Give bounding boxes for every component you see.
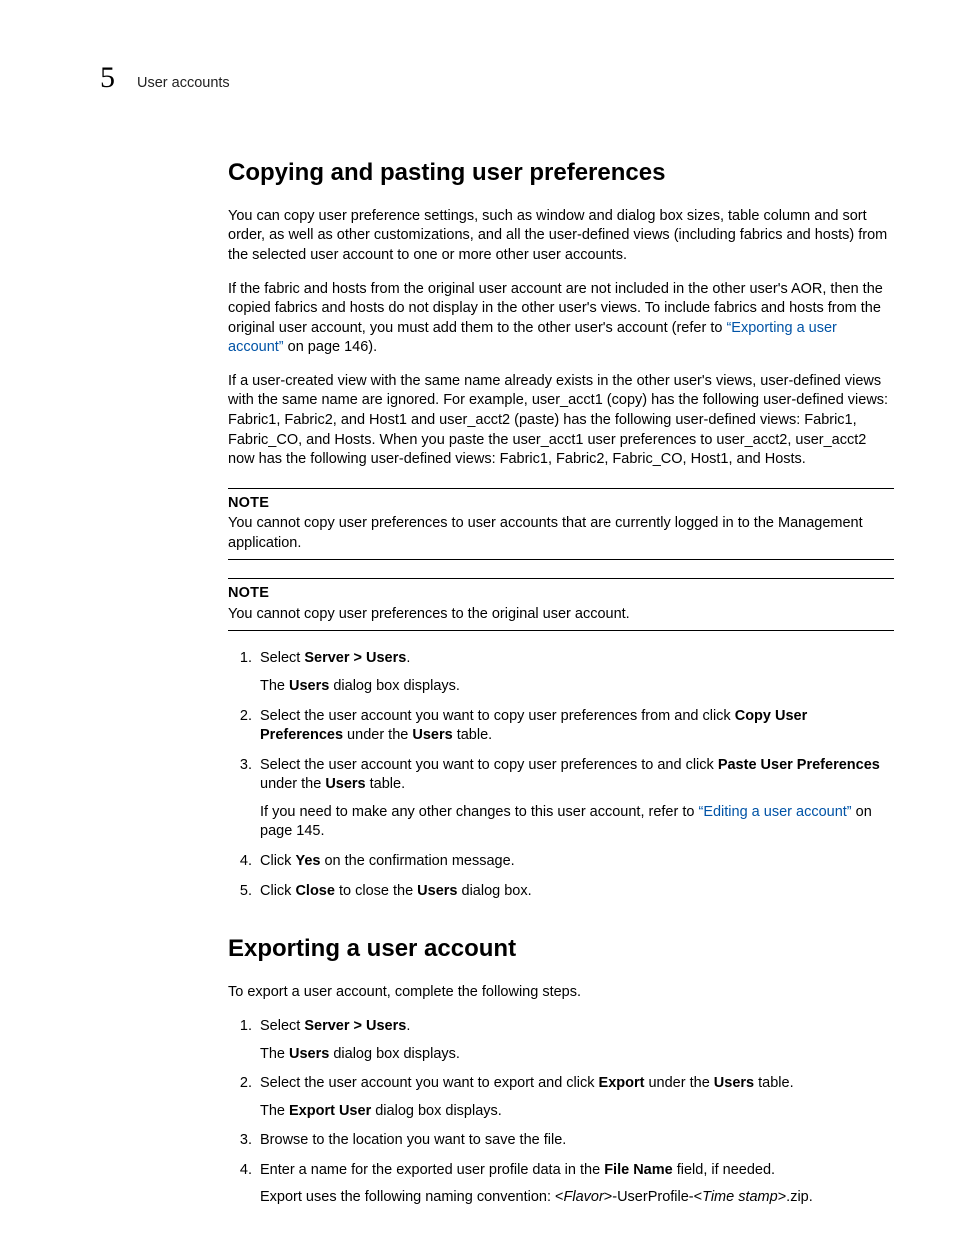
italic-text: Flavor — [563, 1189, 603, 1205]
bold-text: Close — [295, 883, 335, 899]
list-item: Select the user account you want to expo… — [256, 1074, 894, 1121]
text: The — [260, 678, 289, 694]
bold-text: Server > Users — [304, 650, 406, 666]
bold-text: Export User — [289, 1103, 371, 1119]
page: 5 User accounts Copying and pasting user… — [0, 0, 954, 1235]
bold-text: Users — [417, 883, 457, 899]
paragraph: You can copy user preference settings, s… — [228, 207, 894, 266]
text: Export uses the following naming convent… — [260, 1189, 563, 1205]
section-exporting: Exporting a user account To export a use… — [228, 933, 894, 1208]
bold-text: Users — [289, 1046, 329, 1062]
text: Click — [260, 853, 295, 869]
note-block: NOTE You cannot copy user preferences to… — [228, 578, 894, 631]
list-item: Click Close to close the Users dialog bo… — [256, 882, 894, 902]
text: to close the — [335, 883, 417, 899]
text: The — [260, 1046, 289, 1062]
bold-text: Users — [714, 1075, 754, 1091]
text: on page 146). — [284, 339, 378, 355]
paragraph: If you need to make any other changes to… — [260, 803, 894, 842]
bold-text: Server > Users — [304, 1018, 406, 1034]
text: Select the user account you want to expo… — [260, 1075, 599, 1091]
text: The — [260, 1103, 289, 1119]
text: >.zip. — [778, 1189, 813, 1205]
heading-exporting-user-account: Exporting a user account — [228, 933, 894, 965]
text: Select — [260, 1018, 304, 1034]
list-item: Select the user account you want to copy… — [256, 756, 894, 842]
chapter-title: User accounts — [137, 74, 230, 94]
text: table. — [754, 1075, 794, 1091]
list-item: Enter a name for the exported user profi… — [256, 1161, 894, 1208]
text: . — [406, 650, 410, 666]
text: Select — [260, 650, 304, 666]
paragraph: To export a user account, complete the f… — [228, 983, 894, 1003]
list-item: Select Server > Users. The Users dialog … — [256, 1017, 894, 1064]
text: dialog box displays. — [329, 678, 460, 694]
list-item: Browse to the location you want to save … — [256, 1131, 894, 1151]
note-block: NOTE You cannot copy user preferences to… — [228, 488, 894, 561]
note-text: You cannot copy user preferences to the … — [228, 606, 630, 622]
note-label: NOTE — [228, 584, 894, 604]
list-item: Click Yes on the confirmation message. — [256, 852, 894, 872]
paragraph: The Export User dialog box displays. — [260, 1102, 894, 1122]
paragraph: The Users dialog box displays. — [260, 1045, 894, 1065]
text: dialog box displays. — [371, 1103, 502, 1119]
heading-copying-pasting: Copying and pasting user preferences — [228, 157, 894, 189]
list-item: Select Server > Users. The Users dialog … — [256, 649, 894, 696]
note-label: NOTE — [228, 494, 894, 514]
text: dialog box displays. — [329, 1046, 460, 1062]
ordered-list: Select Server > Users. The Users dialog … — [228, 1017, 894, 1208]
paragraph: Export uses the following naming convent… — [260, 1188, 894, 1208]
paragraph: If a user-created view with the same nam… — [228, 372, 894, 470]
paragraph: If the fabric and hosts from the origina… — [228, 280, 894, 358]
bold-text: Export — [599, 1075, 645, 1091]
text: >-UserProfile-< — [604, 1189, 702, 1205]
link-editing-user-account[interactable]: “Editing a user account” — [698, 804, 851, 820]
text: Click — [260, 883, 295, 899]
bold-text: Users — [412, 727, 452, 743]
bold-text: File Name — [604, 1162, 673, 1178]
paragraph: The Users dialog box displays. — [260, 677, 894, 697]
content: Copying and pasting user preferences You… — [228, 157, 894, 1208]
text: field, if needed. — [673, 1162, 775, 1178]
text: If you need to make any other changes to… — [260, 804, 698, 820]
text: table. — [453, 727, 493, 743]
text: dialog box. — [457, 883, 531, 899]
text: under the — [343, 727, 412, 743]
text: . — [406, 1018, 410, 1034]
text: Enter a name for the exported user profi… — [260, 1162, 604, 1178]
chapter-number: 5 — [100, 58, 115, 99]
text: Select the user account you want to copy… — [260, 708, 735, 724]
list-item: Select the user account you want to copy… — [256, 707, 894, 746]
text: under the — [644, 1075, 713, 1091]
note-text: You cannot copy user preferences to user… — [228, 515, 863, 551]
text: on the confirmation message. — [320, 853, 514, 869]
text: Select the user account you want to copy… — [260, 757, 718, 773]
ordered-list: Select Server > Users. The Users dialog … — [228, 649, 894, 901]
bold-text: Users — [289, 678, 329, 694]
bold-text: Users — [325, 776, 365, 792]
text: under the — [260, 776, 325, 792]
page-header: 5 User accounts — [100, 58, 894, 99]
italic-text: Time stamp — [702, 1189, 778, 1205]
text: table. — [366, 776, 406, 792]
bold-text: Yes — [295, 853, 320, 869]
bold-text: Paste User Preferences — [718, 757, 880, 773]
